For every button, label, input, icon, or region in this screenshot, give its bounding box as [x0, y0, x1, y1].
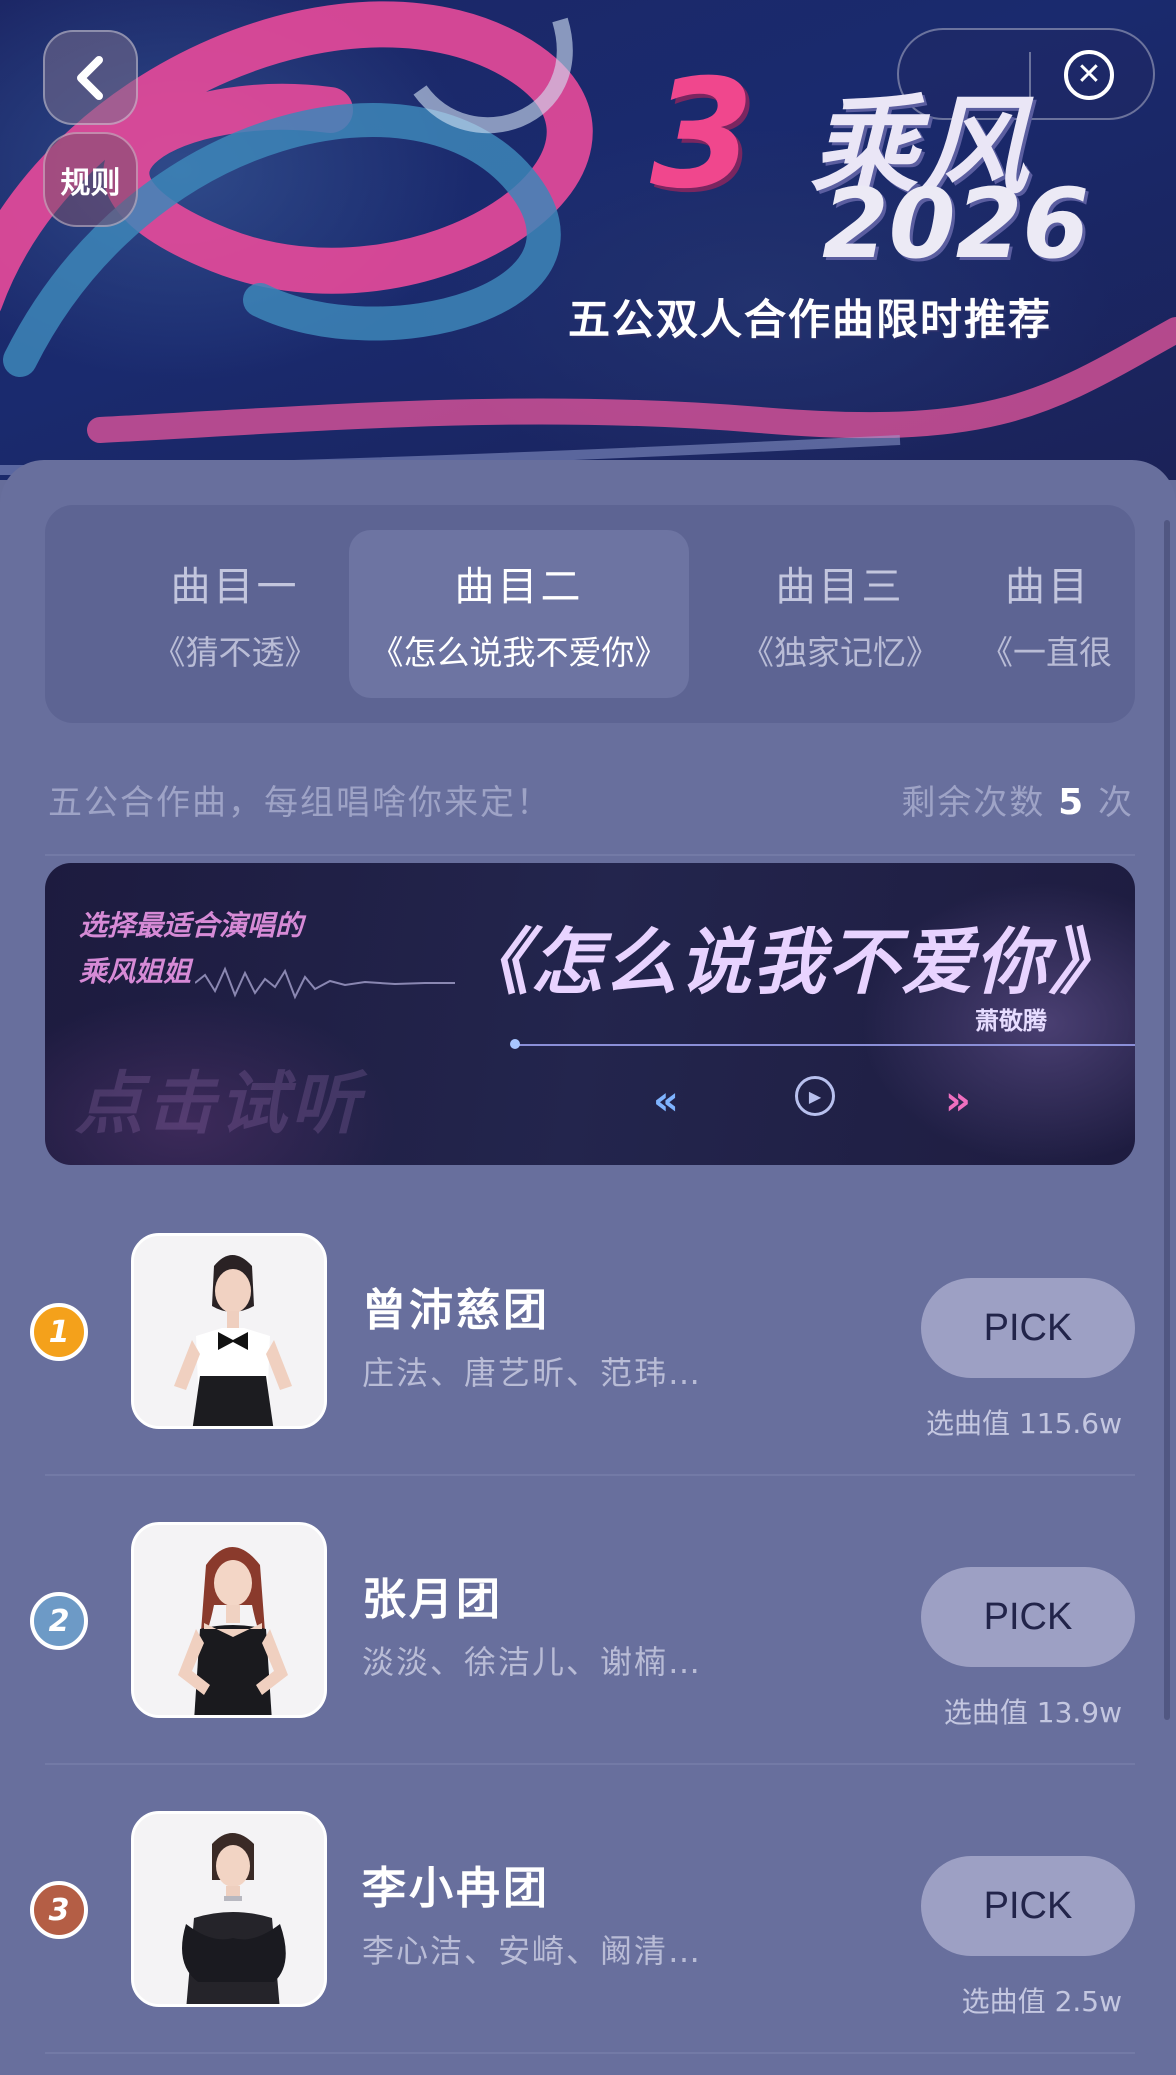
- list-item: 1 曾沛慈团 庄法、唐艺昕、范玮… PICK 选曲值 115.6w: [0, 1230, 1176, 1440]
- tab-label: 曲目一: [170, 564, 300, 610]
- show-year: 2026: [822, 168, 1090, 280]
- fast-forward-icon[interactable]: »: [945, 1078, 971, 1124]
- tab-label: 曲目: [1005, 564, 1091, 610]
- song-tabs: 曲目一 《猜不透》 曲目二 《怎么说我不爱你》 曲目三 《独家记忆》 曲目 《一…: [45, 505, 1135, 723]
- waveform-icon: [195, 966, 455, 1000]
- group-name: 张月团: [362, 1574, 503, 1625]
- score-value: 115.6w: [1018, 1407, 1122, 1440]
- divider: [45, 1474, 1135, 1476]
- score-label: 选曲值: [926, 1407, 1011, 1440]
- divider: [45, 854, 1135, 856]
- scrollbar[interactable]: [1164, 520, 1170, 1720]
- prompt-line-1: 选择最适合演唱的: [79, 909, 304, 942]
- remaining-count: 剩余次数 5 次: [901, 775, 1134, 824]
- play-icon[interactable]: ▶: [795, 1076, 835, 1116]
- tab-song-4[interactable]: 曲目 《一直很: [980, 530, 1135, 698]
- remaining-prefix: 剩余次数: [901, 783, 1046, 823]
- pick-button[interactable]: PICK: [921, 1567, 1135, 1667]
- tab-song-2[interactable]: 曲目二 《怎么说我不爱你》: [349, 530, 689, 698]
- pick-button[interactable]: PICK: [921, 1856, 1135, 1956]
- song-artist: 萧敬腾: [975, 1007, 1047, 1035]
- tab-song-3[interactable]: 曲目三 《独家记忆》: [670, 530, 1010, 698]
- rules-button[interactable]: 规则: [43, 132, 138, 227]
- chevron-left-icon: [76, 55, 103, 100]
- person-icon: [134, 1525, 324, 1715]
- back-button[interactable]: [43, 30, 138, 125]
- header-banner: 规则 ✕ 3 乘风 2026 五公双人合作曲限时推荐: [0, 0, 1176, 480]
- group-name: 曾沛慈团: [362, 1285, 550, 1336]
- rewind-icon[interactable]: «: [653, 1078, 679, 1124]
- tab-song-name: 《一直很: [980, 633, 1112, 672]
- list-item: 2 张月团 淡淡、徐洁儿、谢楠… PICK 选曲值 13.9w: [0, 1519, 1176, 1729]
- divider: [45, 2052, 1135, 2054]
- remaining-number: 5: [1058, 782, 1086, 823]
- score-label: 选曲值: [943, 1696, 1028, 1729]
- rank-badge: 3: [30, 1881, 88, 1939]
- close-icon[interactable]: ✕: [1064, 50, 1114, 100]
- listen-label: 点击试听: [75, 1065, 364, 1144]
- hint-text: 五公合作曲，每组唱啥你来定！: [48, 783, 552, 823]
- score-label: 选曲值: [961, 1985, 1046, 2018]
- list-item: 3 李小冉团 李心洁、安崎、阚清… PICK 选曲值 2.5w: [0, 1808, 1176, 2018]
- progress-thumb[interactable]: [510, 1039, 520, 1049]
- rank-badge: 2: [30, 1592, 88, 1650]
- song-title: 《怎么说我不爱你》: [457, 920, 1124, 1004]
- group-name: 李小冉团: [362, 1863, 550, 1914]
- pick-score: 选曲值 2.5w: [962, 1980, 1122, 2020]
- pick-score: 选曲值 13.9w: [944, 1691, 1122, 1731]
- tab-label: 曲目二: [454, 564, 584, 610]
- song-preview-card[interactable]: 选择最适合演唱的 乘风姐姐 《怎么说我不爱你》 萧敬腾 点击试听 « ▶ »: [45, 863, 1135, 1165]
- rank-badge: 1: [30, 1303, 88, 1361]
- progress-track[interactable]: [515, 1044, 1135, 1046]
- score-value: 2.5w: [1054, 1985, 1122, 2018]
- person-icon: [134, 1236, 324, 1426]
- avatar[interactable]: [131, 1811, 327, 2007]
- person-icon: [134, 1814, 324, 2004]
- group-members: 庄法、唐艺昕、范玮…: [362, 1354, 703, 1392]
- banner-subtitle: 五公双人合作曲限时推荐: [568, 295, 1053, 344]
- pick-button[interactable]: PICK: [921, 1278, 1135, 1378]
- score-value: 13.9w: [1036, 1696, 1122, 1729]
- group-members: 淡淡、徐洁儿、谢楠…: [362, 1643, 703, 1681]
- divider: [45, 1763, 1135, 1765]
- tab-song-name: 《猜不透》: [152, 633, 318, 672]
- remaining-suffix: 次: [1098, 783, 1134, 823]
- tab-song-name: 《怎么说我不爱你》: [370, 633, 668, 672]
- avatar[interactable]: [131, 1233, 327, 1429]
- avatar[interactable]: [131, 1522, 327, 1718]
- pick-score: 选曲值 115.6w: [926, 1402, 1122, 1442]
- show-logo-mark: 3: [650, 48, 755, 222]
- tab-label: 曲目三: [775, 564, 905, 610]
- tab-song-name: 《独家记忆》: [741, 633, 939, 672]
- group-members: 李心洁、安崎、阚清…: [362, 1932, 703, 1970]
